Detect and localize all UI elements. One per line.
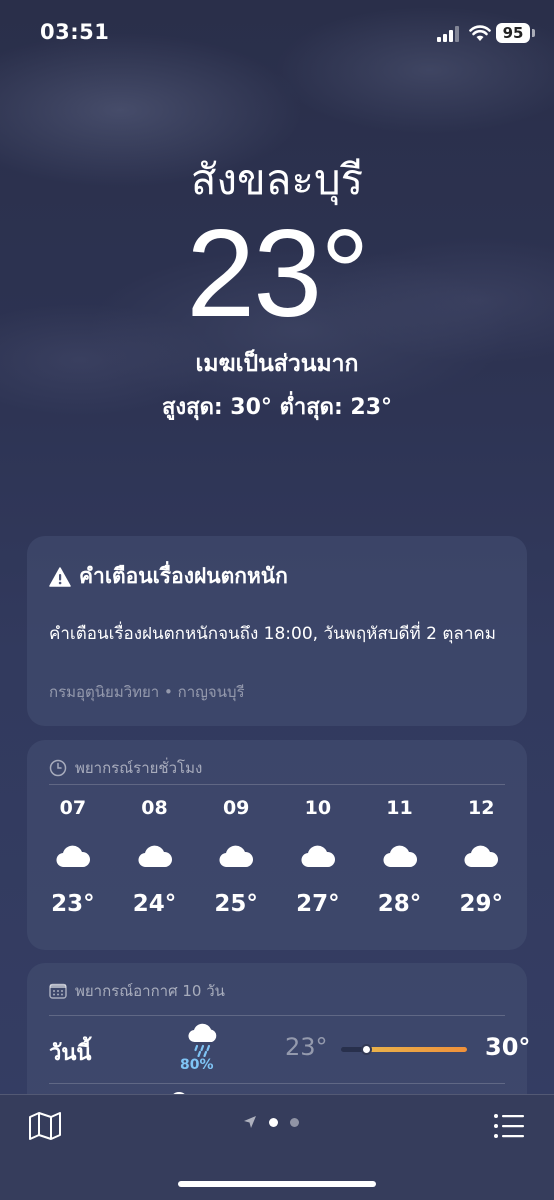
current-temperature: 23° — [186, 205, 370, 343]
hour-label: 07 — [59, 797, 87, 819]
cloud-icon — [219, 845, 254, 868]
list-icon[interactable] — [493, 1113, 525, 1139]
location-arrow-icon — [244, 1116, 256, 1128]
alert-title: คำเตือนเรื่องฝนตกหนัก — [79, 564, 288, 588]
page-indicator[interactable] — [243, 1115, 299, 1129]
day-name: วันนี้ — [49, 1041, 92, 1066]
cloud-icon — [137, 845, 172, 868]
hour-label: 08 — [141, 797, 168, 819]
page-dot[interactable] — [290, 1117, 299, 1127]
alert-source: กรมอุตุนิยมวิทยา • กาญจนบุรี — [49, 683, 245, 701]
cloud-icon — [382, 845, 417, 868]
battery-tip — [532, 29, 535, 37]
bottom-toolbar — [0, 1094, 554, 1200]
cloud-rain-icon — [188, 1023, 217, 1057]
hour-temperature: 23° — [51, 891, 95, 917]
hour-temperature: 25° — [214, 891, 258, 917]
battery-indicator: 95 — [496, 23, 530, 43]
map-icon[interactable] — [28, 1111, 62, 1141]
hourly-item: 08 24° — [114, 796, 196, 918]
warning-triangle-icon — [49, 566, 71, 587]
hourly-item: 07 23° — [32, 796, 114, 918]
cloud-icon — [301, 845, 335, 868]
wifi-icon — [469, 25, 491, 41]
cloud-icon — [56, 845, 90, 868]
city-name: สังขละบุรี — [190, 155, 364, 204]
hourly-item: 11 28° — [359, 796, 441, 918]
hourly-item: 10 27° — [277, 796, 359, 918]
low-temperature: 23° — [285, 1033, 328, 1061]
rain-chance: 80% — [180, 1057, 214, 1073]
temperature-range-bar — [341, 1046, 467, 1053]
hour-temperature: 28° — [377, 891, 422, 917]
ten-day-forecast-card[interactable]: พยากรณ์อากาศ 10 วัน วันนี้ 80% 23° 30° — [27, 963, 530, 1113]
daily-forecast-title: พยากรณ์อากาศ 10 วัน — [75, 982, 225, 1000]
hour-label: 12 — [467, 797, 495, 819]
hourly-item: 09 25° — [195, 796, 277, 918]
hourly-divider — [49, 784, 505, 785]
high-temperature: 30° — [485, 1033, 531, 1061]
daily-divider — [49, 1083, 505, 1084]
hourly-forecast-list[interactable]: 07 23° 08 24° 09 25° 10 27° 11 28° 12 29… — [27, 796, 527, 918]
temperature-range-fill — [363, 1047, 467, 1052]
hourly-item: 12 29° — [440, 796, 522, 918]
daily-row-today[interactable]: วันนี้ 80% 23° 30° — [49, 1019, 530, 1085]
hour-label: 10 — [304, 797, 332, 819]
daily-forecast-header: พยากรณ์อากาศ 10 วัน — [49, 979, 225, 1003]
severe-weather-alert-card[interactable]: คำเตือนเรื่องฝนตกหนัก คำเตือนเรื่องฝนตกห… — [27, 536, 527, 726]
hour-label: 11 — [386, 797, 413, 819]
daily-divider — [49, 1015, 505, 1016]
hour-temperature: 27° — [296, 891, 340, 917]
cloud-icon — [464, 845, 499, 868]
hour-label: 09 — [222, 797, 250, 819]
hourly-forecast-title: พยากรณ์รายชั่วโมง — [75, 759, 203, 777]
hourly-forecast-header: พยากรณ์รายชั่วโมง — [49, 756, 202, 780]
current-weather: สังขละบุรี 23° เมฆเป็นส่วนมาก สูงสุด: 30… — [0, 150, 554, 424]
current-temperature-marker — [363, 1046, 370, 1053]
hour-temperature: 29° — [459, 891, 503, 917]
calendar-icon — [49, 983, 67, 999]
high-low-temperature: สูงสุด: 30° ต่ำสุด: 23° — [161, 395, 393, 420]
weather-condition: เมฆเป็นส่วนมาก — [195, 351, 359, 377]
home-indicator — [178, 1181, 376, 1187]
status-bar: 03:51 95 — [0, 0, 554, 64]
hour-temperature: 24° — [132, 891, 177, 917]
hourly-forecast-card[interactable]: พยากรณ์รายชั่วโมง 07 23° 08 24° 09 25° 1… — [27, 740, 527, 950]
page-dot-active[interactable] — [269, 1117, 278, 1127]
alert-body: คำเตือนเรื่องฝนตกหนักจนถึง 18:00, วันพฤห… — [49, 624, 496, 644]
status-time: 03:51 — [40, 20, 110, 44]
cellular-signal-icon — [437, 26, 459, 42]
clock-icon — [49, 759, 67, 777]
alert-title-row: คำเตือนเรื่องฝนตกหนัก — [49, 560, 288, 593]
